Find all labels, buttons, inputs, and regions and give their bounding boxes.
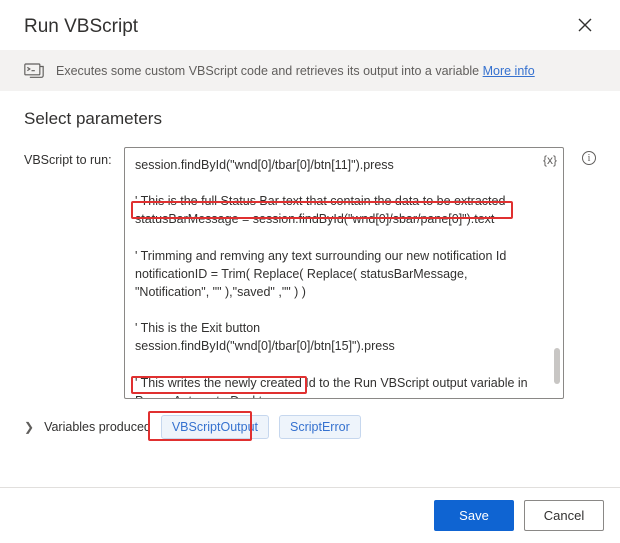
variable-picker-icon[interactable]: {x} bbox=[543, 152, 557, 169]
vbscript-input[interactable]: session.findById("wnd[0]/tbar[0]/btn[11]… bbox=[124, 147, 564, 399]
code-line bbox=[135, 301, 535, 319]
chevron-right-icon[interactable]: ❯ bbox=[24, 420, 34, 434]
variables-row: ❯ Variables produced VBScriptOutput Scri… bbox=[0, 399, 620, 439]
code-line: ' This is the full Status Bar text that … bbox=[135, 192, 535, 210]
field-label: VBScript to run: bbox=[24, 147, 114, 167]
info-text: Executes some custom VBScript code and r… bbox=[56, 64, 535, 78]
dialog-header: Run VBScript bbox=[0, 0, 620, 50]
code-line: notificationID = Trim( Replace( Replace(… bbox=[135, 265, 535, 301]
info-icon[interactable]: i bbox=[582, 151, 596, 165]
code-line: session.findById("wnd[0]/tbar[0]/btn[15]… bbox=[135, 337, 535, 355]
code-line: statusBarMessage = session.findById("wnd… bbox=[135, 210, 535, 228]
chip-vbscriptoutput[interactable]: VBScriptOutput bbox=[161, 415, 269, 439]
dialog-title: Run VBScript bbox=[24, 16, 138, 38]
code-line bbox=[135, 174, 535, 192]
save-button[interactable]: Save bbox=[434, 500, 514, 531]
dialog-footer: Save Cancel bbox=[0, 487, 620, 543]
code-line: session.findById("wnd[0]/tbar[0]/btn[11]… bbox=[135, 156, 535, 174]
parameters-section: Select parameters VBScript to run: sessi… bbox=[0, 91, 620, 399]
vbscript-field-row: VBScript to run: session.findById("wnd[0… bbox=[24, 147, 596, 399]
code-line bbox=[135, 355, 535, 373]
chip-scripterror[interactable]: ScriptError bbox=[279, 415, 361, 439]
info-text-content: Executes some custom VBScript code and r… bbox=[56, 64, 483, 78]
code-line: ' Trimming and remving any text surround… bbox=[135, 247, 535, 265]
code-wrap: session.findById("wnd[0]/tbar[0]/btn[11]… bbox=[124, 147, 564, 399]
variables-label: Variables produced bbox=[44, 420, 151, 434]
more-info-link[interactable]: More info bbox=[483, 64, 535, 78]
code-line: ' This writes the newly created Id to th… bbox=[135, 374, 535, 400]
section-title: Select parameters bbox=[24, 109, 596, 129]
info-bar: Executes some custom VBScript code and r… bbox=[0, 50, 620, 91]
run-vbscript-dialog: Run VBScript Executes some custom VBScri… bbox=[0, 0, 620, 543]
code-line bbox=[135, 229, 535, 247]
close-button[interactable] bbox=[578, 18, 596, 36]
code-line: ' This is the Exit button bbox=[135, 319, 535, 337]
scrollbar-thumb[interactable] bbox=[554, 348, 560, 384]
close-icon bbox=[578, 18, 592, 32]
cancel-button[interactable]: Cancel bbox=[524, 500, 604, 531]
script-icon bbox=[24, 60, 44, 81]
